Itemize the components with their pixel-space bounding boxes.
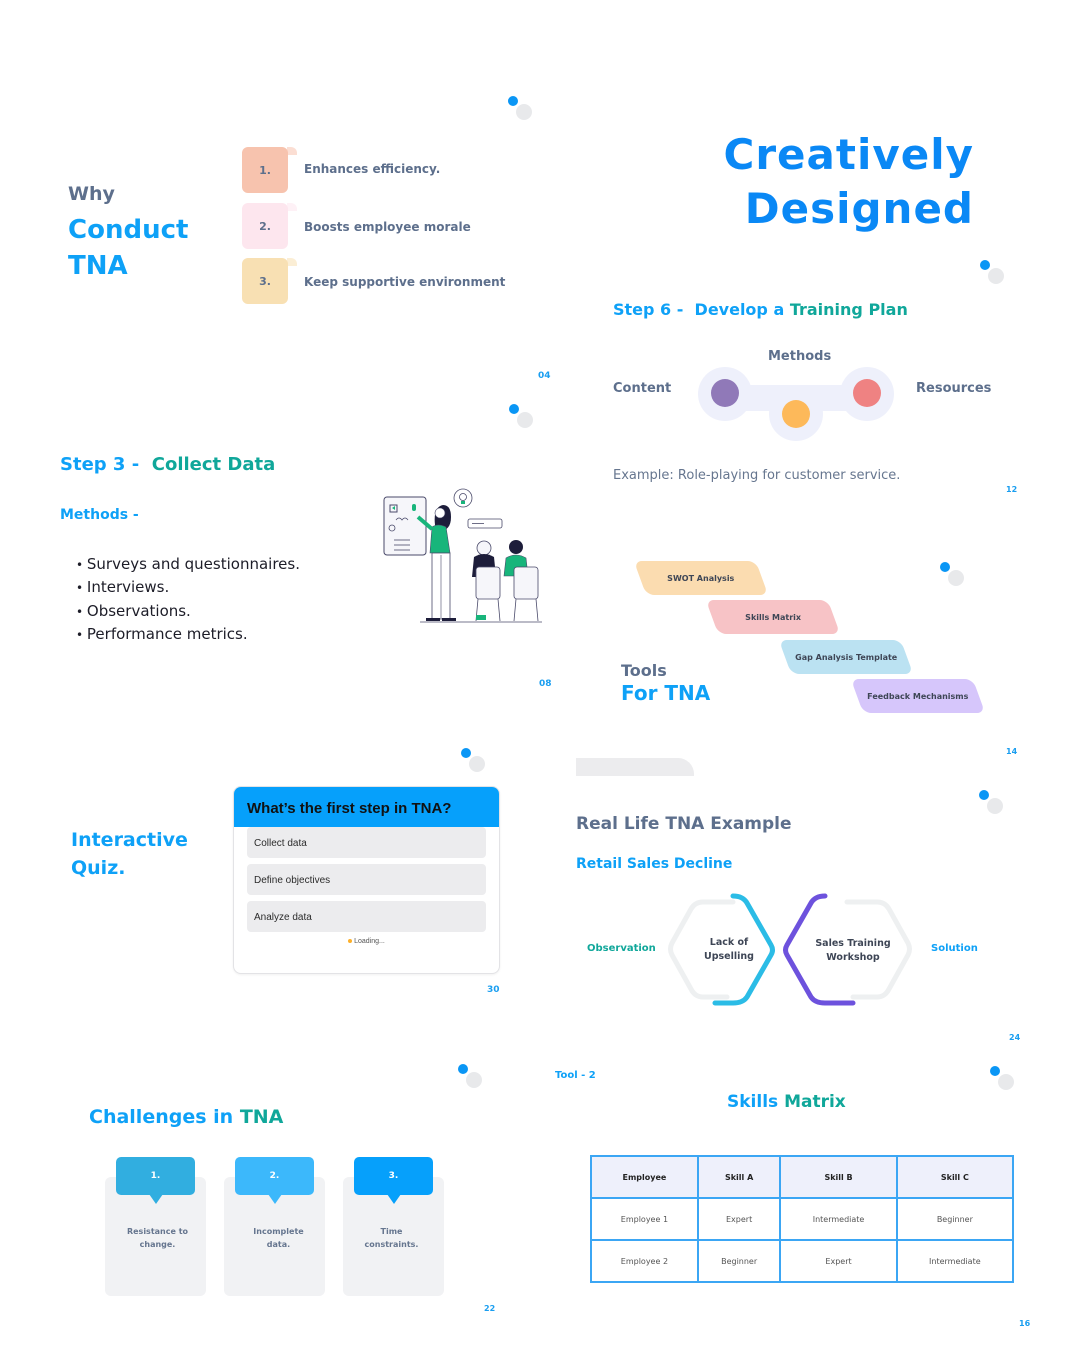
tools-title: Tools For TNA — [621, 661, 711, 705]
table-header-row: Employee Skill A Skill B Skill C — [590, 1155, 1015, 1199]
list-item: Performance metrics. — [76, 623, 300, 646]
column-header: Skill A — [696, 1155, 782, 1199]
challenge-text: Incomplete data. — [253, 1227, 304, 1249]
methods-heading: Methods - — [60, 507, 139, 523]
loading-status: Loading... — [234, 938, 499, 945]
decorative-tab — [576, 758, 694, 776]
table-cell: Expert — [696, 1197, 782, 1241]
plan-label-methods: Methods — [768, 349, 832, 364]
table-row: Employee 1 Expert Intermediate Beginner — [590, 1197, 1015, 1241]
resources-dot — [853, 379, 881, 407]
page-number: 04 — [538, 371, 551, 381]
table-cell: Intermediate — [895, 1239, 1015, 1283]
table-cell: Intermediate — [779, 1197, 898, 1241]
step6-title: Step 6 - Develop a Training Plan — [613, 300, 908, 319]
challenge-text: Resistance to change. — [126, 1227, 189, 1249]
tool-pill-gap-analysis: Gap Analysis Template — [778, 640, 914, 674]
page-number: 08 — [539, 679, 552, 689]
table-cell: Beginner — [696, 1239, 782, 1283]
quiz-option-define-objectives[interactable]: Define objectives — [247, 864, 486, 895]
decorative-dots — [979, 790, 1009, 820]
methods-list: Surveys and questionnaires. Interviews. … — [76, 553, 300, 646]
table-cell: Employee 2 — [590, 1239, 699, 1283]
tool-tag: Tool - 2 — [555, 1070, 596, 1081]
challenges-title: Challenges in TNA — [89, 1106, 284, 1128]
quiz-card: What’s the first step in TNA? Collect da… — [233, 786, 500, 974]
quiz-title: Interactive Quiz. — [71, 829, 188, 879]
page-number: 22 — [484, 1304, 496, 1313]
presentation-illustration — [383, 488, 542, 623]
decorative-dots — [508, 96, 538, 126]
table-row: Employee 2 Beginner Expert Intermediate — [590, 1239, 1015, 1283]
decorative-dots — [509, 404, 539, 434]
example-text: Example: Role-playing for customer servi… — [613, 468, 901, 483]
page-number: 30 — [487, 985, 500, 995]
tool-pill-skills-matrix: Skills Matrix — [705, 600, 841, 634]
decorative-dots — [458, 1064, 488, 1094]
number-card-2: 2. — [242, 203, 297, 249]
real-life-title: Real Life TNA Example — [576, 814, 792, 834]
page-number: 12 — [1006, 485, 1018, 494]
methods-dot — [782, 400, 810, 428]
quiz-question: What’s the first step in TNA? — [234, 787, 499, 827]
content-dot — [711, 379, 739, 407]
decorative-dots — [990, 1066, 1020, 1096]
list-item: Surveys and questionnaires. — [76, 553, 300, 576]
observation-text: Lack of Upselling — [704, 937, 754, 962]
table-cell: Employee 1 — [590, 1197, 699, 1241]
decorative-dots — [980, 260, 1010, 290]
skills-matrix-table: Employee Skill A Skill B Skill C Employe… — [590, 1155, 1015, 1283]
plan-label-resources: Resources — [916, 381, 992, 396]
decorative-dots — [461, 748, 491, 778]
challenge-text: Time constraints. — [364, 1227, 419, 1249]
table-cell: Expert — [779, 1239, 898, 1283]
column-header: Skill B — [779, 1155, 898, 1199]
solution-label: Solution — [931, 943, 978, 954]
column-header: Employee — [590, 1155, 699, 1199]
why-conduct-title: Why Conduct TNA — [68, 183, 189, 281]
hero-title: Creatively Designed — [723, 130, 974, 233]
tool-pill-swot: SWOT Analysis — [633, 561, 769, 595]
plan-label-content: Content — [613, 381, 672, 396]
reason-text: Boosts employee morale — [304, 220, 471, 234]
tool-pill-feedback: Feedback Mechanisms — [850, 679, 986, 713]
reason-text: Keep supportive environment — [304, 275, 506, 289]
real-life-subtitle: Retail Sales Decline — [576, 856, 733, 872]
number-card-3: 3. — [242, 258, 297, 304]
table-cell: Beginner — [895, 1197, 1015, 1241]
skills-matrix-title: Skills Matrix — [727, 1092, 846, 1112]
quiz-option-analyze-data[interactable]: Analyze data — [247, 901, 486, 932]
page-number: 16 — [1019, 1319, 1031, 1328]
reason-text: Enhances efficiency. — [304, 162, 441, 176]
list-item: Interviews. — [76, 576, 300, 599]
loading-dot-icon — [348, 939, 353, 944]
list-item: Observations. — [76, 600, 300, 623]
column-header: Skill C — [895, 1155, 1015, 1199]
observation-label: Observation — [587, 943, 656, 954]
quiz-option-collect-data[interactable]: Collect data — [247, 827, 486, 858]
page-number: 24 — [1009, 1033, 1021, 1042]
step3-title: Step 3 - Collect Data — [60, 454, 276, 475]
challenge-number-3: 3. — [354, 1157, 433, 1204]
decorative-dots — [940, 562, 970, 592]
page-number: 14 — [1006, 747, 1018, 756]
challenge-number-1: 1. — [116, 1157, 195, 1204]
challenge-number-2: 2. — [235, 1157, 314, 1204]
number-card-1: 1. — [242, 147, 297, 193]
solution-text: Sales Training Workshop — [815, 938, 891, 963]
